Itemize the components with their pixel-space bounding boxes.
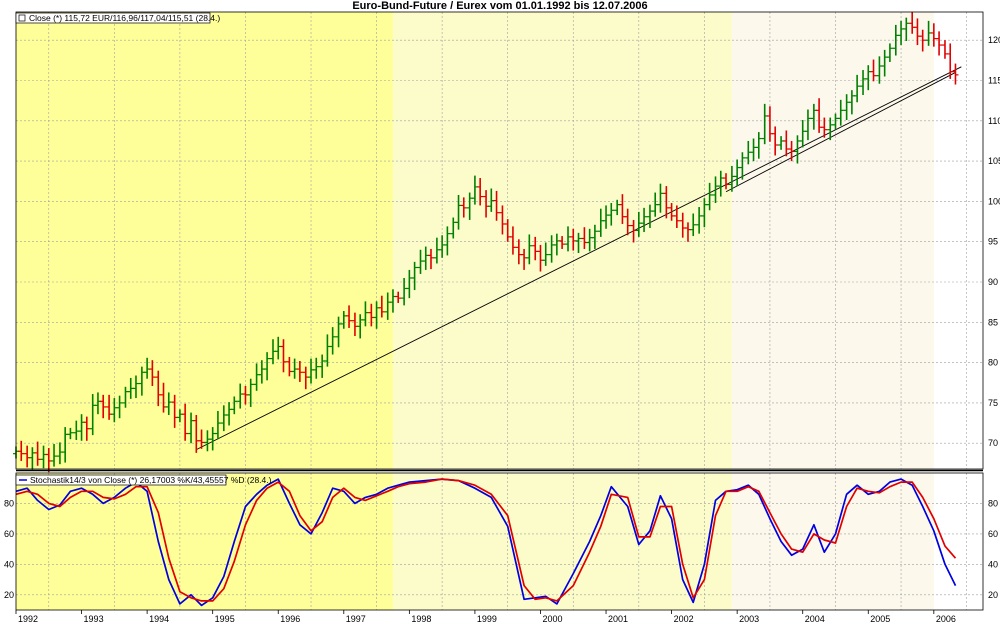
y-tick-label-stoch: 60: [988, 529, 998, 539]
y-tick-label-stoch: 80: [988, 498, 998, 508]
x-tick-label: 2003: [739, 614, 759, 624]
x-tick-label: 2000: [542, 614, 562, 624]
x-tick-label: 1992: [18, 614, 38, 624]
x-tick-label: 1997: [346, 614, 366, 624]
chart-root: Euro-Bund-Future / Eurex vom 01.01.1992 …: [4, 0, 1000, 624]
x-tick-label: 1993: [84, 614, 104, 624]
legend-price[interactable]: Close (*) 115,72 EUR/116,96/117,04/115,5…: [15, 12, 220, 24]
x-tick-label: 2002: [674, 614, 694, 624]
price-bar: [936, 31, 943, 56]
x-tick-label: 2006: [936, 614, 956, 624]
y-tick-label-price: 105: [988, 156, 1000, 166]
y-tick-label-price: 85: [988, 317, 998, 327]
x-axis-labels: 1992 1993 1994 1995 1996 1997 1998 1999 2000 2001…: [15, 610, 956, 624]
y-tick-label-price: 115: [988, 76, 1000, 86]
y-tick-label-price: 90: [988, 277, 998, 287]
phase-band-2-lower: [392, 473, 732, 610]
y-tick-label-stoch-left: 40: [4, 559, 14, 569]
x-tick-label: 2005: [870, 614, 890, 624]
x-tick-label: 1994: [149, 614, 169, 624]
y-tick-label-price: 75: [988, 398, 998, 408]
x-tick-label: 2004: [805, 614, 825, 624]
y-tick-label-stoch: 40: [988, 559, 998, 569]
chart-title: Euro-Bund-Future / Eurex vom 01.01.1992 …: [352, 0, 647, 12]
legend-price-text: Close (*) 115,72 EUR/116,96/117,04/115,5…: [29, 13, 220, 23]
legend-stoch-text: Stochastik14/3 von Close (*) 26,17003 %K…: [30, 475, 272, 485]
x-tick-label: 1999: [477, 614, 497, 624]
x-tick-label: 1998: [411, 614, 431, 624]
y-tick-label-stoch: 20: [988, 590, 998, 600]
y-tick-label-stoch-left: 60: [4, 529, 14, 539]
price-bar: [941, 40, 948, 59]
price-bar: [952, 63, 959, 85]
y-tick-label-price: 70: [988, 438, 998, 448]
y-tick-label-stoch-left: 20: [4, 590, 14, 600]
x-tick-label: 1996: [280, 614, 300, 624]
y-tick-label-stoch-left: 80: [4, 498, 14, 508]
y-tick-label-price: 120: [988, 35, 1000, 45]
y-tick-label-price: 80: [988, 358, 998, 368]
y-tick-label-price: 110: [988, 116, 1000, 126]
x-tick-label: 1995: [215, 614, 235, 624]
x-tick-label: 2001: [608, 614, 628, 624]
legend-price-swatch: [18, 14, 26, 22]
y-tick-label-price: 100: [988, 196, 1000, 206]
y-tick-label-price: 95: [988, 237, 998, 247]
legend-stoch[interactable]: Stochastik14/3 von Close (*) 26,17003 %K…: [15, 474, 272, 486]
